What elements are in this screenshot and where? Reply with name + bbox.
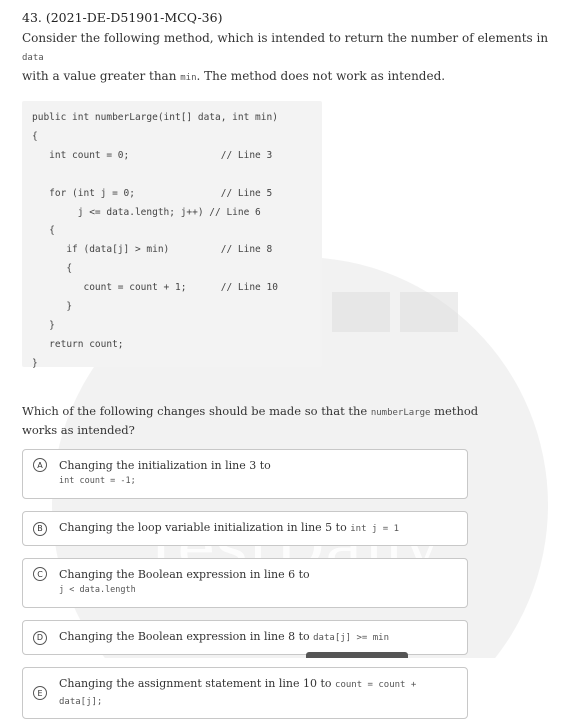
option-e-text: Changing the assignment statement in lin… xyxy=(59,676,455,710)
question-stem: Consider the following method, which is … xyxy=(22,29,549,87)
option-c[interactable]: C Changing the Boolean expression in lin… xyxy=(22,558,468,608)
code-line: if (data[j] > min) // Line 8 xyxy=(32,244,273,256)
option-d[interactable]: D Changing the Boolean expression in lin… xyxy=(22,620,468,655)
code-line: } xyxy=(32,301,73,313)
question-prompt: Which of the following changes should be… xyxy=(22,403,492,439)
option-a-code: int count = -1; xyxy=(59,476,136,486)
option-d-text: Changing the Boolean expression in line … xyxy=(59,629,389,646)
stem-code-data: data xyxy=(22,53,44,63)
option-b-label: Changing the loop variable initializatio… xyxy=(59,521,351,534)
option-d-label: Changing the Boolean expression in line … xyxy=(59,630,314,643)
code-line: for (int j = 0; // Line 5 xyxy=(32,187,273,199)
option-b-letter-circle: B xyxy=(33,521,47,536)
option-d-code: data[j] >= min xyxy=(313,633,389,643)
code-line: int count = 0; // Line 3 xyxy=(32,149,273,161)
stem-text-2: with a value greater than xyxy=(22,69,181,83)
stem-code-min: min xyxy=(180,73,197,83)
stem-text-1: Consider the following method, which is … xyxy=(22,31,549,45)
code-line: count = count + 1; // Line 10 xyxy=(32,282,278,294)
option-e-label: Changing the assignment statement in lin… xyxy=(59,677,336,690)
option-c-letter-circle: C xyxy=(33,567,47,581)
answer-options: A Changing the initialization in line 3 … xyxy=(22,449,549,719)
option-a-label: Changing the initialization in line 3 to xyxy=(59,459,271,472)
code-line: { xyxy=(32,225,55,237)
code-line: return count; xyxy=(32,338,124,350)
prompt-code: numberLarge xyxy=(370,408,431,418)
option-b-code: int j = 1 xyxy=(350,524,400,534)
code-line: public int numberLarge(int[] data, int m… xyxy=(32,112,278,123)
option-e-letter-circle: E xyxy=(33,686,47,700)
option-a-text: Changing the initialization in line 3 to… xyxy=(59,458,271,489)
option-b-text: Changing the loop variable initializatio… xyxy=(59,520,399,537)
code-block: public int numberLarge(int[] data, int m… xyxy=(22,101,322,369)
option-c-text: Changing the Boolean expression in line … xyxy=(59,567,310,598)
option-a-letter-circle: A xyxy=(33,458,47,472)
option-d-letter-circle: D xyxy=(33,630,47,645)
scroll-indicator-bar xyxy=(306,652,408,658)
code-line: { xyxy=(32,130,38,142)
code-line: j <= data.length; j++) // Line 6 xyxy=(32,206,261,218)
option-c-label: Changing the Boolean expression in line … xyxy=(59,568,310,581)
code-line: } xyxy=(32,357,38,369)
question-title: 43. (2021-DE-D51901-MCQ-36) xyxy=(22,10,223,25)
code-listing: public int numberLarge(int[] data, int m… xyxy=(32,109,322,374)
code-line: } xyxy=(32,319,55,331)
prompt-text-1: Which of the following changes should be… xyxy=(22,404,371,418)
option-b[interactable]: B Changing the loop variable initializat… xyxy=(22,511,468,546)
stem-text-3: . The method does not work as intended. xyxy=(196,69,446,83)
option-e[interactable]: E Changing the assignment statement in l… xyxy=(22,667,468,719)
option-a[interactable]: A Changing the initialization in line 3 … xyxy=(22,449,468,499)
code-line: { xyxy=(32,263,73,275)
option-c-code: j < data.length xyxy=(59,585,136,595)
